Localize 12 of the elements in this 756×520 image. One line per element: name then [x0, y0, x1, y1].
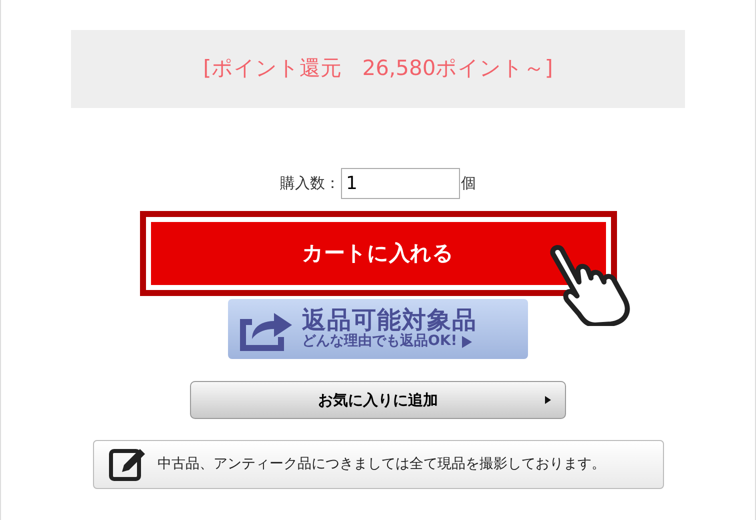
point-reward-text: [ポイント還元 26,580ポイント～] — [203, 55, 553, 82]
quantity-field[interactable]: 1 — [341, 168, 460, 199]
returns-subtitle: どんな理由でも返品OK! — [302, 333, 458, 350]
notice-text: 中古品、アンティーク品につきましては全て現品を撮影しております。 — [158, 455, 606, 474]
add-to-cart-button[interactable]: カートに入れる — [146, 218, 610, 289]
quantity-label: 購入数： — [280, 173, 340, 194]
returns-banner[interactable]: 返品可能対象品 どんな理由でも返品OK! — [228, 299, 528, 359]
returns-title: 返品可能対象品 — [302, 308, 477, 334]
add-to-favorites-button[interactable]: お気に入りに追加 — [190, 381, 566, 419]
unit-label: 個 — [461, 173, 476, 194]
caret-icon — [545, 396, 551, 404]
play-arrow-icon — [461, 334, 474, 349]
